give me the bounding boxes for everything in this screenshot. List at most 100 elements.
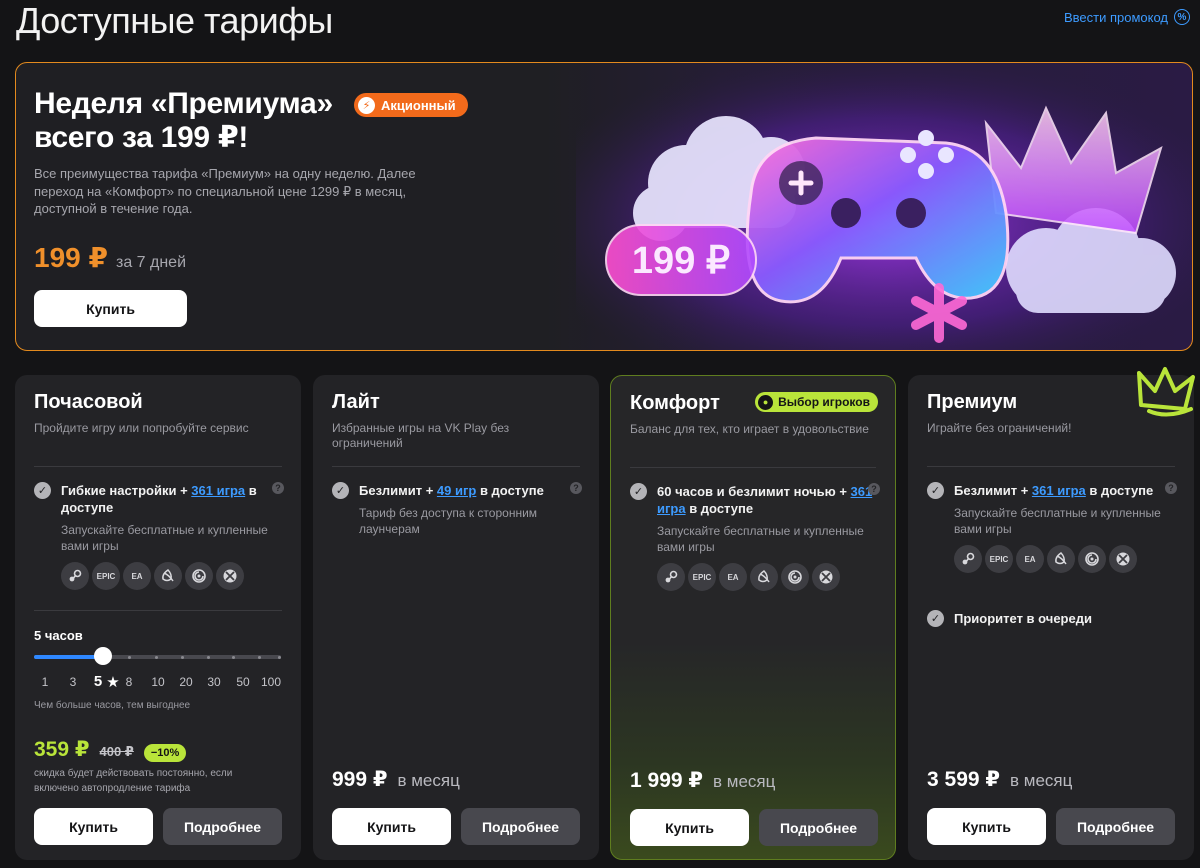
plan-feature: ✓ Безлимит + 49 игр в доступе Тариф без …	[332, 482, 582, 537]
ubisoft-icon	[185, 562, 213, 590]
plan-card-comfort: Комфорт ● Выбор игроков Баланс для тех, …	[610, 375, 896, 860]
epic-games-icon: EPIC	[92, 562, 120, 590]
feature-title: 60 часов и безлимит ночью + 361 игра в д…	[657, 484, 873, 516]
slider-thumb[interactable]	[94, 647, 112, 665]
epic-games-icon: EPIC	[688, 563, 716, 591]
divider	[927, 466, 1175, 467]
feature-note: Запускайте бесплатные и купленные вами и…	[657, 524, 864, 554]
help-icon[interactable]: ?	[868, 483, 880, 495]
plan-feature-priority: ✓ Приоритет в очереди	[927, 610, 1177, 627]
slider-tick[interactable]: 50	[236, 675, 249, 689]
slider-tick[interactable]: 8	[126, 675, 133, 689]
details-button[interactable]: Подробнее	[163, 808, 282, 845]
xbox-icon	[1109, 545, 1137, 573]
feature-title: Гибкие настройки + 361 игра в доступе	[61, 483, 257, 515]
steam-icon	[61, 562, 89, 590]
check-icon: ✓	[927, 482, 944, 499]
plan-name: Почасовой	[34, 391, 143, 413]
ea-icon: EA	[123, 562, 151, 590]
details-button[interactable]: Подробнее	[461, 808, 580, 845]
check-icon: ✓	[34, 482, 51, 499]
details-button[interactable]: Подробнее	[1056, 808, 1175, 845]
battlenet-icon	[154, 562, 182, 590]
plan-name: Лайт	[332, 391, 380, 413]
banner-title: Неделя «Премиума» всего за 199 ₽!	[34, 87, 333, 154]
divider	[332, 466, 580, 467]
plan-subtitle: Пройдите игру или попробуйте сервис	[34, 421, 249, 435]
games-count-link[interactable]: 361 игра	[191, 483, 245, 498]
help-icon[interactable]: ?	[272, 482, 284, 494]
slider-tick[interactable]: 100	[261, 675, 281, 689]
buy-button[interactable]: Купить	[630, 809, 749, 846]
check-icon: ✓	[630, 483, 647, 500]
plan-subtitle: Баланс для тех, кто играет в удовольстви…	[630, 422, 869, 436]
slider-ticks: 1 3 5 ★ 8 10 20 30 50 100	[34, 673, 284, 693]
star-icon: ★	[106, 674, 120, 691]
promo-link-label: Ввести промокод	[1063, 9, 1168, 25]
promo-banner: Неделя «Премиума» всего за 199 ₽! ⚡ Акци…	[15, 62, 1193, 351]
feature-title: Безлимит + 361 игра в доступе	[954, 483, 1154, 498]
plan-feature: ✓ Безлимит + 361 игра в доступе Запускай…	[927, 482, 1177, 573]
help-icon[interactable]: ?	[570, 482, 582, 494]
games-count-link[interactable]: 361 игра	[1032, 483, 1086, 498]
banner-description: Все преимущества тарифа «Премиум» на одн…	[34, 166, 416, 216]
page-title: Доступные тарифы	[16, 0, 333, 41]
players-choice-label: Выбор игроков	[778, 395, 870, 409]
steam-icon	[954, 545, 982, 573]
discount-note: скидка будет действовать постоянно, если…	[34, 768, 233, 794]
feature-note: Запускайте бесплатные и купленные вами и…	[954, 506, 1161, 536]
xbox-icon	[216, 562, 244, 590]
games-count-link[interactable]: 49 игр	[437, 483, 476, 498]
slider-tick[interactable]: 20	[179, 675, 192, 689]
check-icon: ✓	[927, 610, 944, 627]
hours-label: 5 часов	[34, 628, 83, 643]
slider-tick[interactable]: 10	[151, 675, 164, 689]
discount-badge: −10%	[143, 744, 187, 762]
battlenet-icon	[1047, 545, 1075, 573]
ubisoft-icon	[781, 563, 809, 591]
buy-button[interactable]: Купить	[332, 808, 451, 845]
price-period: в месяц	[397, 771, 460, 790]
promo-badge: ⚡ Акционный	[354, 93, 468, 117]
plan-price: 359 ₽ 400 ₽ −10%	[34, 737, 187, 762]
details-button[interactable]: Подробнее	[759, 809, 878, 846]
feature-title: Безлимит + 49 игр в доступе	[359, 483, 544, 498]
buy-button[interactable]: Купить	[927, 808, 1046, 845]
buy-button[interactable]: Купить	[34, 808, 153, 845]
feature-title: Приоритет в очереди	[954, 611, 1092, 626]
players-choice-badge: ● Выбор игроков	[755, 392, 878, 412]
gamepad-icon: ●	[758, 394, 774, 410]
banner-price: 199 ₽ за 7 дней	[34, 241, 186, 274]
plan-name: Комфорт	[630, 392, 720, 414]
launcher-icons: EPIC EA	[61, 562, 284, 590]
steam-icon	[657, 563, 685, 591]
check-icon: ✓	[332, 482, 349, 499]
slider-fill	[34, 655, 103, 659]
promo-badge-label: Акционный	[381, 97, 456, 113]
divider	[34, 610, 282, 611]
banner-buy-button[interactable]: Купить	[34, 290, 187, 327]
plan-price: 3 599 ₽ в месяц	[927, 767, 1072, 792]
divider	[34, 466, 282, 467]
slider-tick[interactable]: 5	[94, 673, 102, 690]
plan-price: 999 ₽ в месяц	[332, 767, 460, 792]
enter-promo-code-link[interactable]: Ввести промокод %	[1064, 9, 1190, 25]
price-amount: 1 999 ₽	[630, 769, 703, 792]
banner-price-period: за 7 дней	[115, 254, 187, 271]
plan-card-premium: Премиум Играйте без ограничений! ✓ Безли…	[908, 375, 1194, 860]
slider-tick[interactable]: 1	[42, 675, 49, 689]
plan-card-hourly: Почасовой Пройдите игру или попробуйте с…	[15, 375, 301, 860]
slider-tick[interactable]: 30	[207, 675, 220, 689]
price-period: в месяц	[1010, 771, 1073, 790]
price-amount: 3 599 ₽	[927, 768, 1000, 791]
art-price-label: 199 ₽	[632, 240, 730, 282]
lightning-icon: ⚡	[358, 96, 375, 114]
feature-note: Тариф без доступа к сторонним лаунчерам	[359, 506, 538, 536]
hours-slider[interactable]	[34, 647, 281, 665]
divider	[630, 467, 876, 468]
ea-icon: EA	[719, 563, 747, 591]
gamepad-crown-illustration: 199 ₽	[576, 63, 1192, 350]
help-icon[interactable]: ?	[1165, 482, 1177, 494]
xbox-icon	[812, 563, 840, 591]
slider-tick[interactable]: 3	[70, 675, 77, 689]
